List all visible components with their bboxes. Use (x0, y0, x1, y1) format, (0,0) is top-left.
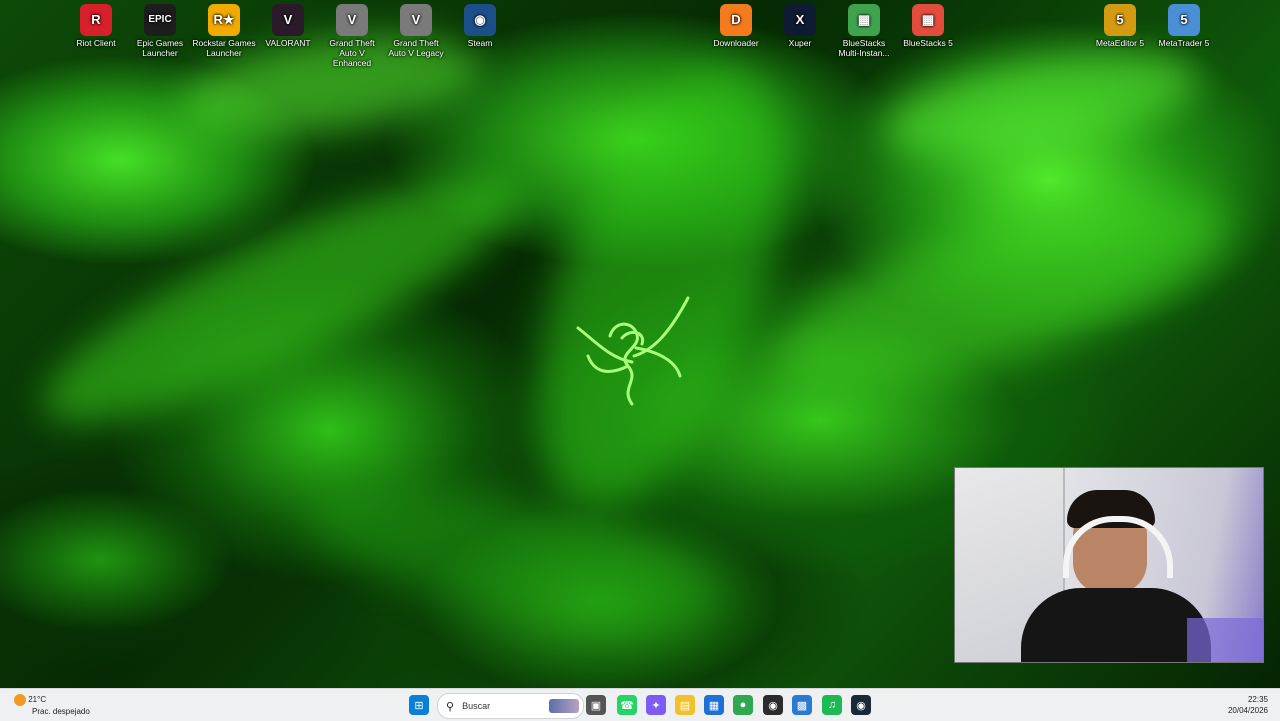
weather-temp: 21°C (28, 695, 47, 705)
desktop-icon-label: Steam (467, 38, 493, 48)
start-button[interactable]: ⊞ (409, 695, 429, 715)
desktop-icon-label: BlueStacks Multi-Instan... (838, 38, 890, 58)
copilot-icon[interactable]: ✦ (646, 695, 666, 715)
app-icon: ◉ (464, 4, 496, 36)
desktop-icon[interactable]: D Downloader (704, 0, 768, 48)
app-icon: D (720, 4, 752, 36)
desktop-icon-label: MetaEditor 5 (1095, 38, 1145, 48)
app-icon: ▦ (912, 4, 944, 36)
weather-desc: Prac. despejado (32, 707, 90, 716)
desktop-icon-label: Grand Theft Auto V Enhanced (329, 38, 375, 68)
desktop-icon[interactable]: V Grand Theft Auto V Enhanced (320, 0, 384, 68)
desktop-icon[interactable]: X Xuper (768, 0, 832, 48)
desktop-icon[interactable]: ◉ Steam (448, 0, 512, 48)
system-clock[interactable]: 22:35 20/04/2026 (1228, 694, 1268, 716)
app-icon: R (80, 4, 112, 36)
whatsapp-icon[interactable]: ☎ (617, 695, 637, 715)
task-view-button[interactable]: ▣ (586, 695, 606, 715)
search-icon: ⚲ (446, 700, 455, 713)
app-icon: EPIC (144, 4, 176, 36)
app-icon: 5 (1168, 4, 1200, 36)
app-icon: R★ (208, 4, 240, 36)
desktop-icon-label: Downloader (713, 38, 759, 48)
obs-icon[interactable]: ◉ (763, 695, 783, 715)
desktop-icon[interactable]: R★ Rockstar Games Launcher (192, 0, 256, 58)
search-placeholder: Buscar (462, 701, 491, 711)
metatrader-icon[interactable]: ▩ (792, 695, 812, 715)
desktop-icon-label: BlueStacks 5 (903, 38, 953, 48)
desktop-icon-label: Rockstar Games Launcher (192, 38, 256, 58)
desktop-icon-label: Grand Theft Auto V Legacy (388, 38, 444, 58)
desktop-icon[interactable]: 5 MetaTrader 5 (1152, 0, 1216, 48)
person-shirt (1021, 588, 1211, 662)
spotify-icon[interactable]: ♫ (822, 695, 842, 715)
app-icon: V (336, 4, 368, 36)
app-icon: ▦ (848, 4, 880, 36)
desktop-icon[interactable]: EPIC Epic Games Launcher (128, 0, 192, 58)
app-icon: 5 (1104, 4, 1136, 36)
desktop-icon-label: MetaTrader 5 (1158, 38, 1210, 48)
app-icon: V (400, 4, 432, 36)
steam-icon[interactable]: ◉ (851, 695, 871, 715)
store-icon[interactable]: ▦ (704, 695, 724, 715)
desktop-icon-label: Xuper (788, 38, 812, 48)
file-explorer-icon[interactable]: ▤ (675, 695, 695, 715)
app-icon: X (784, 4, 816, 36)
weather-widget[interactable]: 21°C Prac. despejado (14, 694, 90, 717)
webcam-overlay (954, 467, 1264, 663)
desktop-icon[interactable]: V VALORANT (256, 0, 320, 48)
desktop-icon-label: Epic Games Launcher (136, 38, 184, 58)
desktop-icon-label: Riot Client (76, 38, 116, 48)
desktop-icon-label: VALORANT (265, 38, 311, 48)
desktop-icon[interactable]: V Grand Theft Auto V Legacy (384, 0, 448, 58)
app-icon: V (272, 4, 304, 36)
chrome-icon[interactable]: ● (733, 695, 753, 715)
clock-time: 22:35 (1247, 695, 1268, 704)
weather-icon (14, 694, 26, 706)
desktop-icon[interactable]: 5 MetaEditor 5 (1088, 0, 1152, 48)
razer-logo (576, 296, 690, 406)
clock-date: 20/04/2026 (1227, 706, 1268, 715)
desktop-icon[interactable]: R Riot Client (64, 0, 128, 48)
desktop-icon[interactable]: ▦ BlueStacks 5 (896, 0, 960, 48)
taskbar: 21°C Prac. despejado ⊞ ⚲ Buscar ▣ ☎ ✦ ▤ ▦ ● ◉ ▩… (0, 688, 1280, 721)
desktop-icon[interactable]: ▦ BlueStacks Multi-Instan... (832, 0, 896, 58)
search-box[interactable]: ⚲ Buscar (437, 693, 584, 719)
search-highlight-icon (549, 699, 579, 713)
